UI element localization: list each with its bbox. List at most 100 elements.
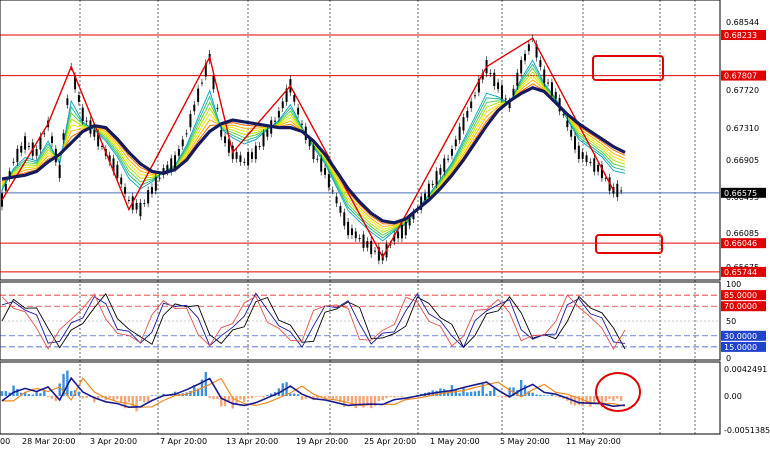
- macd-bar: [50, 396, 54, 399]
- macd-bar: [254, 396, 258, 397]
- macd-bar: [212, 396, 215, 400]
- candle-body: [27, 146, 30, 148]
- rsi-level-tag-label: 70.0000: [724, 302, 757, 311]
- candle-body: [181, 139, 184, 147]
- candle-body: [527, 44, 530, 52]
- candle-body: [293, 95, 296, 102]
- candle-body: [266, 130, 269, 137]
- price-level-tag-label: 0.67807: [724, 72, 757, 81]
- macd-bar: [146, 396, 150, 402]
- macd-bar: [519, 380, 523, 396]
- highlight-box-upper[interactable]: [592, 55, 664, 81]
- macd-bar: [619, 396, 623, 402]
- candle-body: [354, 231, 357, 239]
- rsi-level-tag-label: 85.0000: [724, 291, 757, 300]
- macd-bar: [369, 396, 373, 409]
- candle-body: [66, 98, 69, 105]
- candle-body: [235, 152, 238, 159]
- candle-body: [512, 88, 515, 96]
- candle-body: [577, 145, 580, 160]
- candle-body: [500, 85, 503, 99]
- candle-body: [135, 202, 138, 210]
- candle-body: [324, 168, 327, 175]
- candle-body: [397, 231, 400, 239]
- macd-bar: [581, 396, 584, 407]
- candle-body: [424, 193, 427, 201]
- macd-bar: [385, 396, 388, 399]
- candle-body: [562, 114, 565, 116]
- date-axis-label: 1 May 20:00: [430, 437, 480, 446]
- candle-body: [254, 145, 257, 160]
- candle-body: [274, 120, 277, 122]
- rsi-level-tag-label: 15.0000: [724, 343, 757, 352]
- candle-body: [554, 91, 557, 99]
- candle-body: [504, 98, 507, 100]
- candle-body: [447, 158, 450, 160]
- price-level-tag-label: 0.68233: [724, 31, 757, 40]
- rsi-line: [1, 292, 626, 350]
- candle-body: [216, 107, 219, 109]
- rsi-axis: 100 50 0 85.0000 70.0000 30.0000 15.0000: [721, 280, 766, 363]
- candle-body: [458, 126, 461, 140]
- candle-body: [427, 183, 430, 198]
- macd-bar: [300, 396, 304, 400]
- macd-bar: [543, 395, 546, 396]
- macd-bar: [554, 396, 557, 397]
- candle-body: [570, 130, 573, 137]
- candle-body: [450, 149, 453, 156]
- candle-body: [127, 199, 130, 201]
- chart-canvas[interactable]: 0.685440.677200.673100.669050.664950.660…: [0, 0, 770, 450]
- macd-bar: [85, 396, 88, 398]
- highlight-box-lower[interactable]: [595, 234, 663, 254]
- macd-bar: [143, 396, 146, 403]
- candle-body: [243, 161, 246, 163]
- candle-body: [139, 202, 142, 217]
- candle-body: [362, 234, 365, 248]
- rsi-level-tag-label: 30.0000: [724, 332, 757, 341]
- candle-body: [489, 73, 492, 75]
- candle-body: [120, 177, 123, 185]
- macd-bar: [354, 396, 358, 409]
- date-axis-label: 00: [0, 437, 10, 446]
- macd-bar: [604, 396, 607, 402]
- macd-bar: [477, 390, 481, 396]
- candle-body: [520, 60, 523, 74]
- candle-body: [497, 82, 500, 90]
- macd-axis: 0.0042491 0.00 -0.0051385: [724, 365, 770, 435]
- macd-bar: [70, 391, 73, 396]
- macd-bar: [550, 394, 554, 396]
- candle-body: [262, 133, 265, 147]
- price-axis-label: 0.67720: [726, 86, 759, 95]
- candle-body: [239, 155, 242, 163]
- macd-bar: [46, 396, 50, 398]
- candle-body: [539, 60, 542, 67]
- candle-body: [20, 145, 23, 153]
- price-axis-label: 0.66905: [726, 156, 759, 165]
- macd-bar: [81, 396, 84, 399]
- macd-bar: [458, 393, 461, 396]
- macd-bar: [266, 394, 269, 396]
- candle-body: [547, 82, 550, 84]
- candle-body: [400, 225, 403, 239]
- macd-bar: [612, 396, 615, 401]
- candle-body: [327, 174, 330, 188]
- macd-bar: [616, 396, 619, 399]
- macd-bar: [489, 390, 492, 396]
- candle-body: [466, 110, 469, 118]
- macd-bar: [377, 396, 381, 402]
- candle-body: [493, 72, 496, 87]
- candle-body: [81, 107, 84, 121]
- macd-bar: [216, 396, 219, 399]
- vertical-grid: [79, 0, 696, 434]
- candle-body: [620, 190, 623, 192]
- macd-bar: [127, 396, 131, 402]
- macd-bar: [27, 394, 31, 396]
- candle-body: [443, 158, 446, 172]
- macd-bar: [293, 393, 296, 396]
- candle-body: [220, 130, 223, 137]
- candle-body: [197, 88, 200, 102]
- macd-bar: [608, 396, 611, 399]
- macd-axis-label: -0.0051385: [724, 426, 770, 435]
- macd-bar: [539, 394, 542, 396]
- macd-bar: [462, 387, 465, 396]
